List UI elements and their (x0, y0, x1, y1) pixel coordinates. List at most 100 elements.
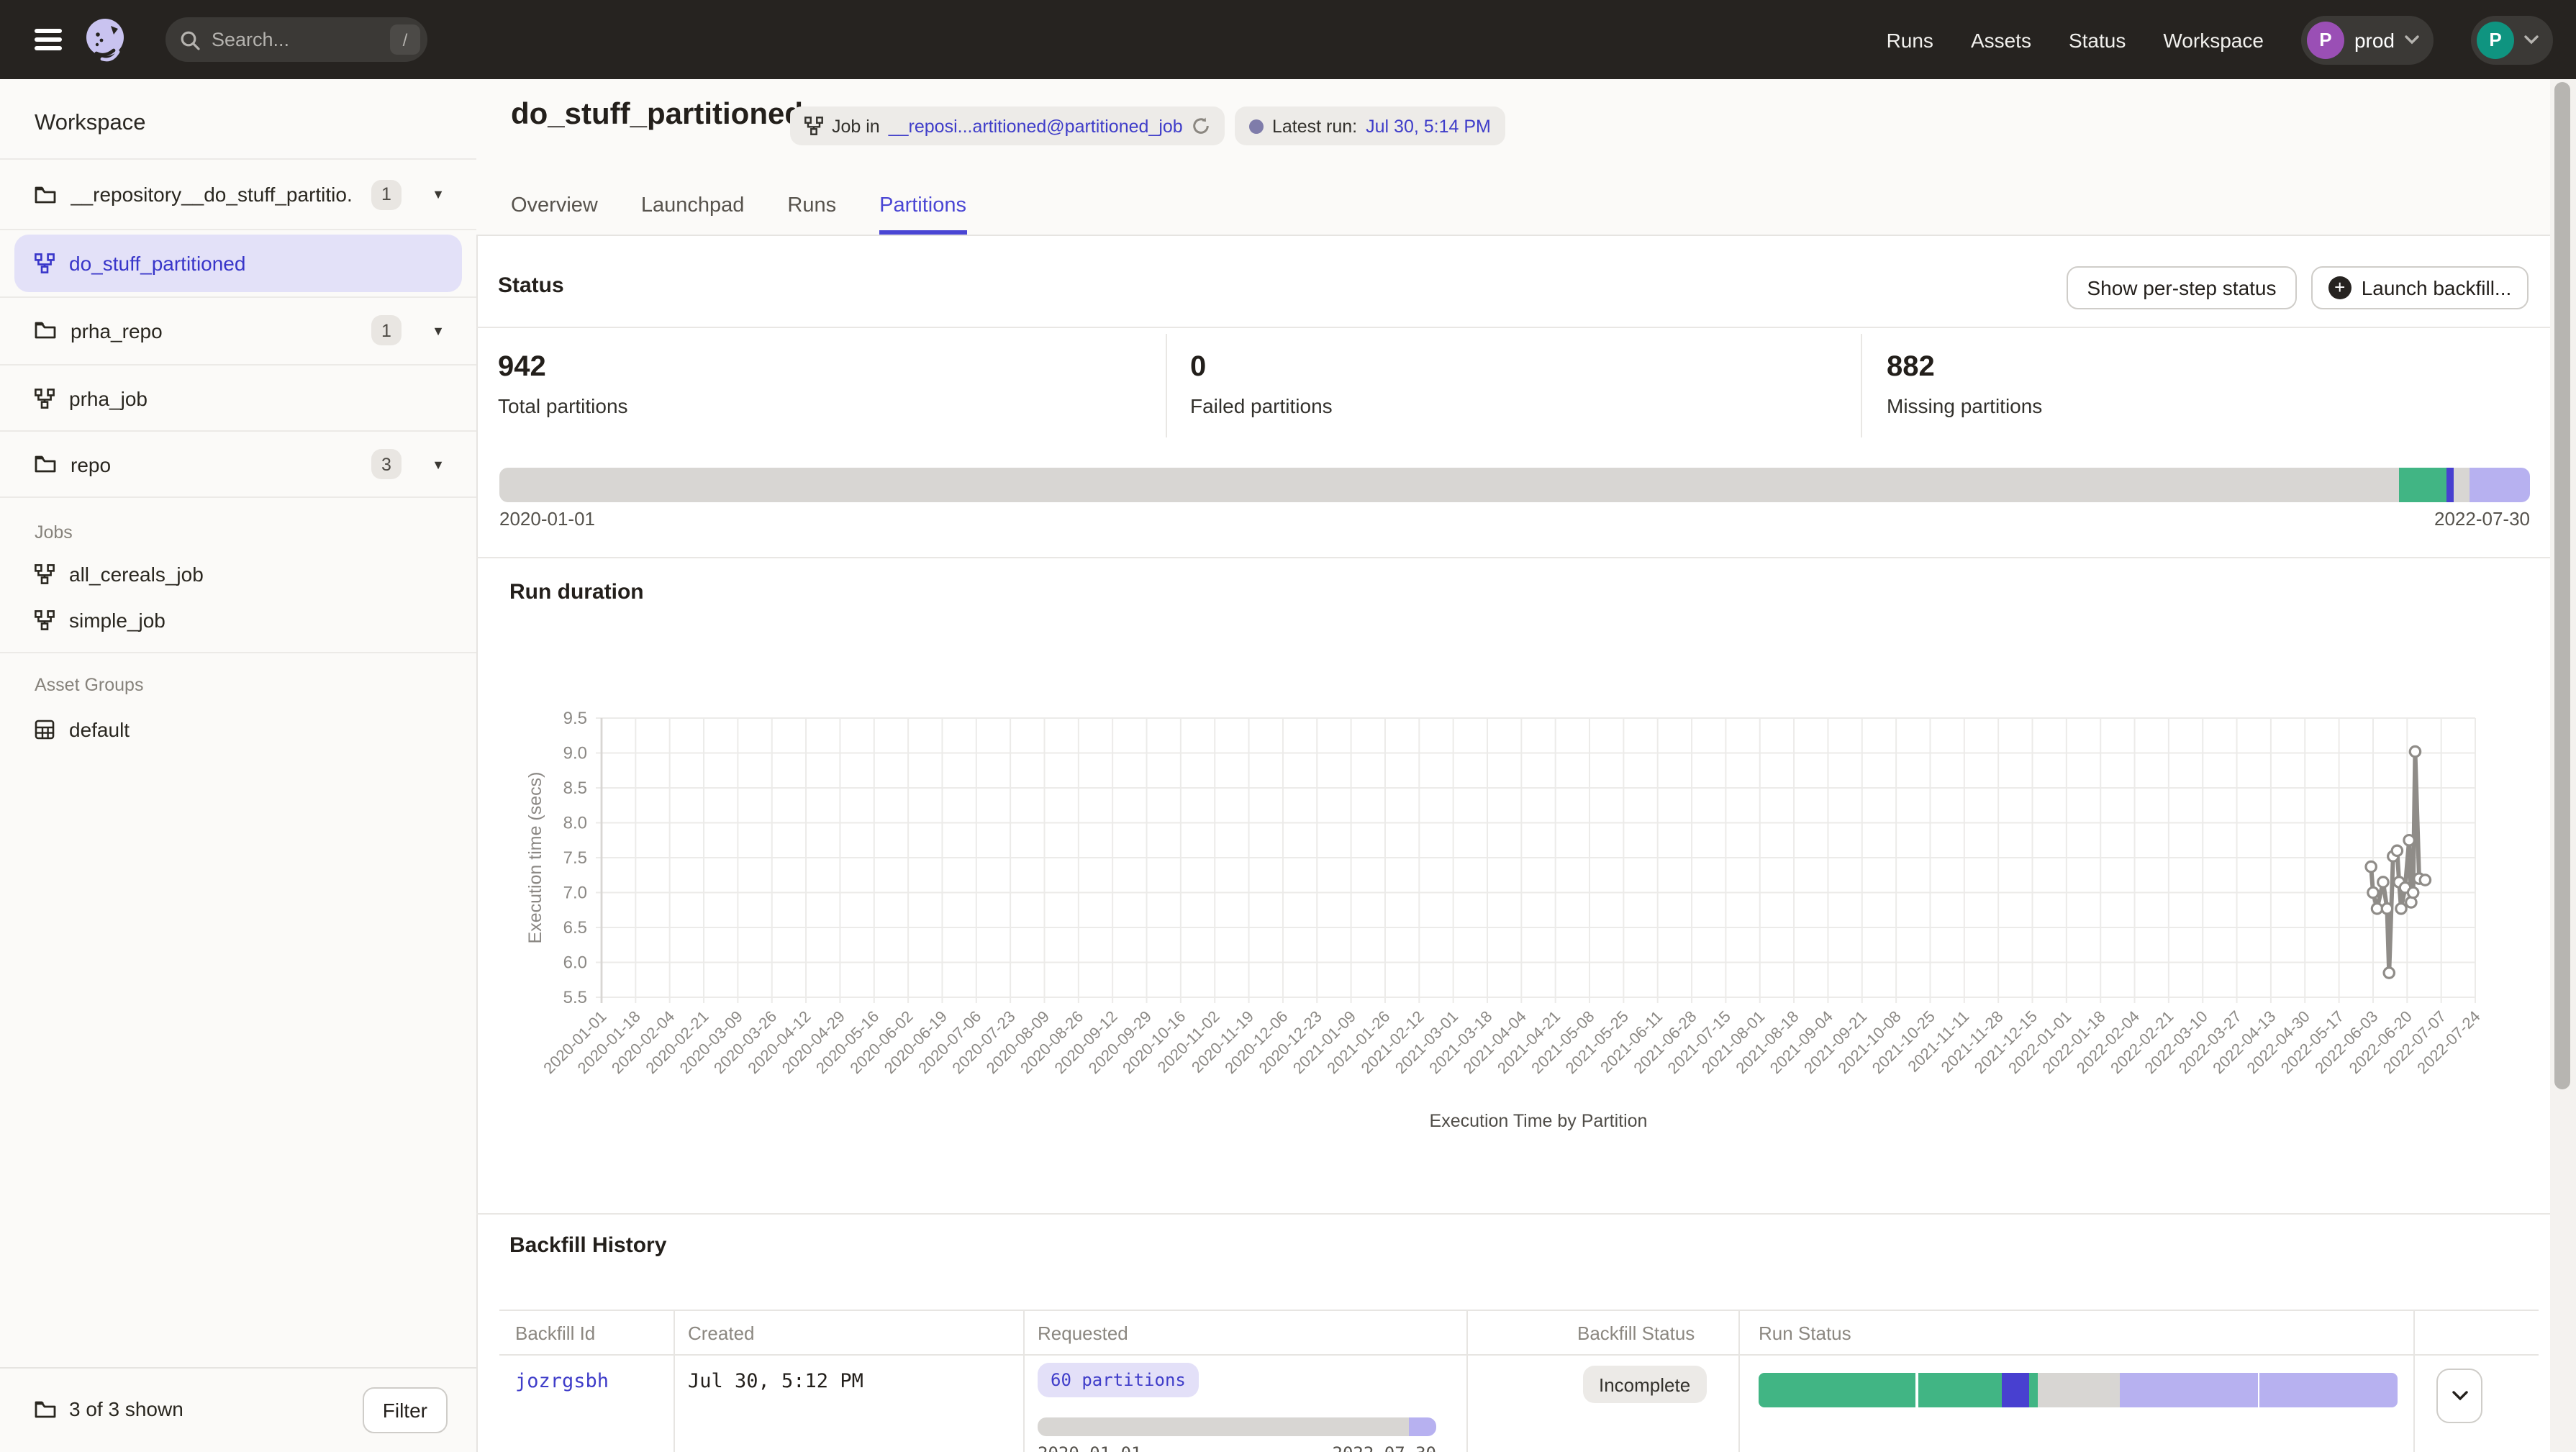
svg-text:8.5: 8.5 (563, 779, 587, 798)
nav-status[interactable]: Status (2069, 28, 2126, 51)
asset-group-label: default (69, 718, 130, 741)
dagster-logo-icon[interactable] (82, 16, 130, 63)
divider (674, 1311, 675, 1452)
sidebar-footer: 3 of 3 shown Filter (0, 1367, 476, 1452)
sidebar-item-default-group[interactable]: default (0, 709, 476, 750)
stat-label: Failed partitions (1190, 394, 1333, 417)
job-icon (35, 564, 55, 584)
backfill-table: Backfill Id Created Requested Backfill S… (499, 1310, 2539, 1452)
divider (1166, 334, 1167, 437)
folder-icon (35, 1399, 56, 1418)
sidebar-item-all-cereals-job[interactable]: all_cereals_job (0, 554, 476, 594)
sidebar-item-repo[interactable]: repo 3 ▼ (0, 432, 476, 498)
nav-runs[interactable]: Runs (1887, 28, 1933, 51)
backfill-table-header: Backfill Id Created Requested Backfill S… (499, 1311, 2539, 1356)
partition-status-bar (499, 468, 2530, 502)
tab-launchpad[interactable]: Launchpad (641, 177, 745, 235)
tab-overview[interactable]: Overview (511, 177, 598, 235)
job-origin-badge: Job in __reposi...artitioned@partitioned… (790, 106, 1225, 145)
backfill-history-heading: Backfill History (509, 1233, 666, 1258)
job-icon (804, 117, 823, 135)
stat-failed-partitions: 0 Failed partitions (1190, 351, 1333, 417)
item-count-badge: 1 (371, 315, 402, 345)
svg-text:6.0: 6.0 (563, 953, 587, 973)
launch-backfill-button[interactable]: + Launch backfill... (2311, 266, 2529, 309)
stat-total-partitions: 942 Total partitions (498, 351, 628, 417)
job-origin-link[interactable]: __reposi...artitioned@partitioned_job (889, 116, 1183, 136)
sidebar-selected-row-wrap: do_stuff_partitioned (0, 230, 476, 298)
caret-down-icon[interactable]: ▼ (432, 323, 445, 337)
svg-text:9.5: 9.5 (563, 709, 587, 728)
scrollbar-thumb[interactable] (2554, 82, 2570, 1089)
nav-assets[interactable]: Assets (1971, 28, 2031, 51)
asset-group-icon (35, 720, 55, 740)
stat-missing-partitions: 882 Missing partitions (1887, 351, 2042, 417)
chevron-down-icon (2524, 35, 2539, 45)
search-shortcut-badge: / (390, 24, 420, 55)
sidebar-item-do-stuff-partitioned[interactable]: do_stuff_partitioned (14, 235, 462, 292)
sidebar-item-label: repo (71, 453, 111, 476)
sidebar-title: Workspace (35, 111, 146, 137)
run-status-dot (1249, 119, 1264, 133)
show-per-step-status-button[interactable]: Show per-step status (2067, 266, 2297, 309)
sidebar-item-repository-do-stuff[interactable]: __repository__do_stuff_partitio... 1 ▼ (0, 158, 476, 230)
sidebar-item-label: prha_repo (71, 319, 163, 342)
run-duration-chart: 2020-01-012020-01-182020-02-042020-02-21… (489, 691, 2533, 1173)
item-count-badge: 3 (371, 449, 402, 479)
job-origin-prefix: Job in (832, 116, 880, 136)
divider (1023, 1311, 1025, 1452)
backfill-id-link[interactable]: jozrgsbh (515, 1370, 609, 1393)
search-input[interactable]: Search... / (165, 17, 427, 62)
deployment-name: prod (2354, 28, 2395, 51)
stat-value: 882 (1887, 351, 2042, 384)
partition-range-start: 2020-01-01 (499, 508, 595, 530)
sidebar-job-label: simple_job (69, 609, 165, 632)
stat-label: Missing partitions (1887, 394, 2042, 417)
scrollbar-track[interactable] (2550, 79, 2576, 1452)
search-icon (180, 30, 200, 50)
plus-icon: + (2328, 276, 2351, 299)
filter-button[interactable]: Filter (363, 1387, 448, 1433)
refresh-icon[interactable] (1192, 117, 1210, 135)
stat-value: 942 (498, 351, 628, 384)
latest-run-link[interactable]: Jul 30, 5:14 PM (1366, 116, 1491, 136)
caret-down-icon[interactable]: ▼ (432, 187, 445, 201)
sidebar-item-simple-job[interactable]: simple_job (0, 600, 476, 640)
chevron-down-icon (2452, 1390, 2467, 1402)
nav-workspace[interactable]: Workspace (2163, 28, 2264, 51)
sidebar-item-prha-repo[interactable]: prha_repo 1 ▼ (0, 296, 476, 366)
svg-text:8.0: 8.0 (563, 814, 587, 833)
tab-runs[interactable]: Runs (787, 177, 836, 235)
expand-row-button[interactable] (2436, 1369, 2482, 1423)
workspace-sidebar: Workspace __repository__do_stuff_partiti… (0, 79, 478, 1452)
divider (476, 1213, 2576, 1215)
svg-text:7.0: 7.0 (563, 884, 587, 903)
sidebar-item-prha-job[interactable]: prha_job (0, 366, 476, 432)
backfill-status-badge: Incomplete (1583, 1366, 1706, 1403)
requested-range-end: 2022-07-30 (1297, 1443, 1436, 1452)
app-root: Search... / Runs Assets Status Workspace… (0, 0, 2576, 1452)
sidebar-item-label: __repository__do_stuff_partitio... (71, 183, 351, 206)
run-duration-heading: Run duration (509, 580, 644, 604)
requested-range-start: 2020-01-01 (1038, 1443, 1142, 1452)
tab-partitions[interactable]: Partitions (879, 177, 966, 235)
col-backfill-status: Backfill Status (1577, 1322, 1721, 1344)
sidebar-item-label: prha_job (69, 386, 148, 409)
user-avatar: P (2477, 21, 2514, 58)
user-menu[interactable]: P (2471, 15, 2553, 64)
job-tabs: Overview Launchpad Runs Partitions (511, 177, 966, 235)
show-per-step-label: Show per-step status (2087, 276, 2276, 299)
menu-icon[interactable] (35, 29, 62, 50)
col-run-status: Run Status (1759, 1322, 1851, 1344)
col-backfill-id: Backfill Id (515, 1322, 595, 1344)
backfill-created: Jul 30, 5:12 PM (688, 1370, 863, 1393)
svg-text:9.0: 9.0 (563, 744, 587, 763)
job-icon (35, 253, 55, 273)
caret-down-icon[interactable]: ▼ (432, 457, 445, 471)
svg-text:Execution time (secs): Execution time (secs) (525, 772, 545, 944)
partition-range-end: 2022-07-30 (2434, 508, 2530, 530)
deployment-switcher[interactable]: P prod (2301, 15, 2434, 64)
item-count-badge: 1 (371, 179, 402, 209)
col-created: Created (688, 1322, 755, 1344)
requested-partitions-badge: 60 partitions (1038, 1363, 1199, 1397)
